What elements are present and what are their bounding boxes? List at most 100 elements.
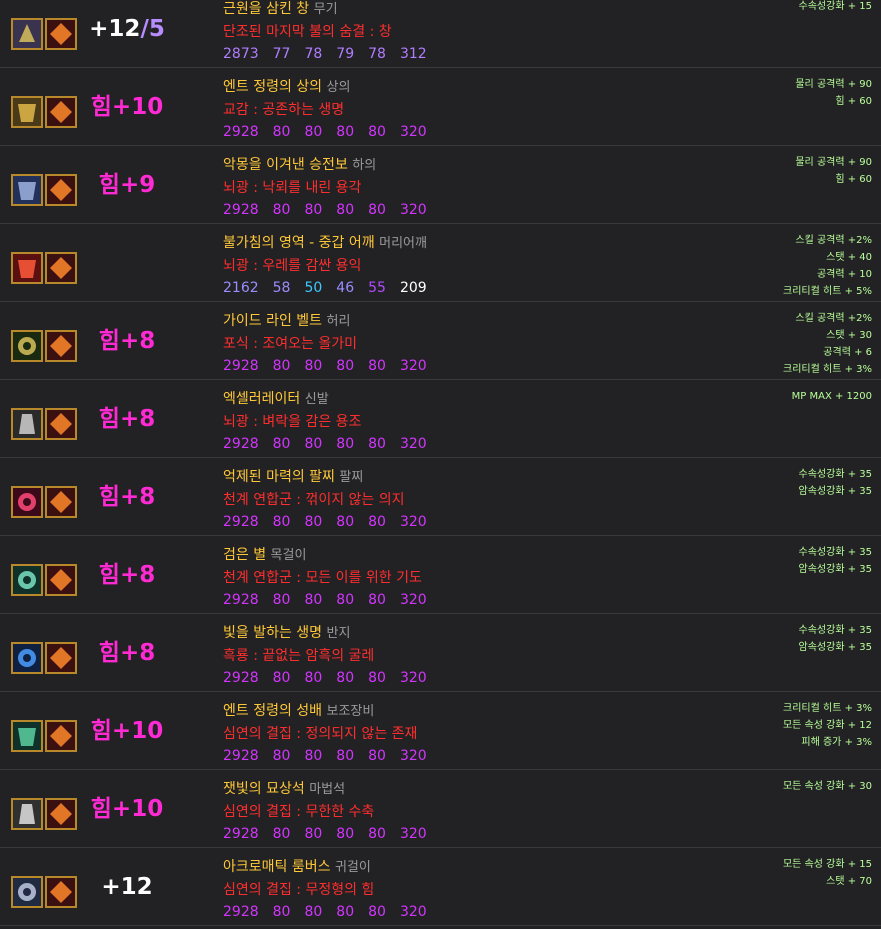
number-value: 80 — [368, 826, 386, 842]
item-slot: 상의 — [326, 80, 351, 95]
item-name[interactable]: 빛을 발하는 생명 — [223, 625, 322, 641]
equipment-row[interactable]: 힘+8 억제된 마력의 팔찌 팔찌 천계 연합군 : 꺾이지 않는 의지 2928 80… — [0, 458, 881, 536]
enhance-value: 힘+8 — [98, 328, 156, 354]
number-value: 79 — [336, 46, 355, 62]
item-name[interactable]: 불가침의 영역 - 중갑 어깨 — [223, 235, 375, 251]
number-value: 320 — [399, 124, 427, 140]
item-icons — [11, 18, 77, 50]
ring-icon[interactable] — [11, 642, 43, 674]
stat-line: 물리 공격력 + 90 — [795, 79, 872, 90]
chalice-icon[interactable] — [11, 720, 43, 752]
item-name[interactable]: 악몽을 이겨낸 승전보 — [223, 157, 348, 173]
boots-icon[interactable] — [11, 408, 43, 440]
set-option: 뇌광 : 우레를 감싼 용익 — [223, 258, 362, 274]
stat-line: 힘 + 60 — [835, 174, 872, 185]
item-name[interactable]: 검은 별 — [223, 547, 266, 563]
emblem-icon[interactable] — [45, 96, 77, 128]
equipment-row[interactable]: 힘+8 검은 별 목걸이 천계 연합군 : 모든 이를 위한 기도 2928 80 80 8… — [0, 536, 881, 614]
number-value: 312 — [399, 46, 427, 62]
item-icons — [11, 642, 77, 674]
equipment-row[interactable]: 힘+10 잿빛의 묘상석 마법석 심연의 결집 : 무한한 수축 2928 80 80 80… — [0, 770, 881, 848]
item-stats: 수속성강화 + 35 암속성강화 + 35 — [799, 622, 872, 656]
item-title-line: 엔트 정령의 성배 보조장비 — [223, 700, 743, 723]
stat-line: 물리 공격력 + 90 — [795, 157, 872, 168]
equipment-row[interactable]: +12 아크로매틱 룸버스 귀걸이 심연의 결집 : 무정형의 힘 2928 80 80 8… — [0, 848, 881, 926]
number-value: 80 — [368, 670, 386, 686]
number-value: 58 — [272, 280, 291, 296]
item-numbers: 2928 80 80 80 80 320 — [223, 667, 743, 689]
item-info: 가이드 라인 벨트 허리 포식 : 조여오는 올가미 2928 80 80 80 80 320 — [223, 310, 743, 377]
item-title-line: 근원을 삼킨 창 무기 — [223, 0, 743, 21]
set-option: 뇌광 : 벼락을 감은 용조 — [223, 414, 362, 430]
item-name[interactable]: 엔트 정령의 성배 — [223, 703, 322, 719]
item-slot: 신발 — [304, 392, 329, 407]
set-option: 뇌광 : 낙뢰를 내린 용각 — [223, 180, 362, 196]
emblem-icon[interactable] — [45, 564, 77, 596]
earring-icon[interactable] — [11, 876, 43, 908]
item-name[interactable]: 엑셀러레이터 — [223, 391, 300, 407]
number-value: 209 — [399, 280, 427, 296]
stat-line: 암속성강화 + 35 — [798, 486, 872, 497]
enhance-level: 힘+9 — [82, 170, 172, 200]
shoulder-armor-icon[interactable] — [11, 252, 43, 284]
item-name[interactable]: 가이드 라인 벨트 — [223, 313, 322, 329]
bracelet-icon[interactable] — [11, 486, 43, 518]
emblem-icon[interactable] — [45, 720, 77, 752]
number-value: 80 — [368, 748, 386, 764]
number-value: 80 — [304, 202, 323, 218]
item-title-line: 억제된 마력의 팔찌 팔찌 — [223, 466, 743, 489]
item-name[interactable]: 잿빛의 묘상석 — [223, 781, 305, 797]
item-info: 검은 별 목걸이 천계 연합군 : 모든 이를 위한 기도 2928 80 80 80 80… — [223, 544, 743, 611]
belt-icon[interactable] — [11, 330, 43, 362]
equipment-row[interactable]: 불가침의 영역 - 중갑 어깨 머리어깨 뇌광 : 우레를 감싼 용익 2162 58… — [0, 224, 881, 302]
necklace-icon[interactable] — [11, 564, 43, 596]
item-info: 빛을 발하는 생명 반지 흑룡 : 끝없는 암흑의 굴레 2928 80 80 80 80 3… — [223, 622, 743, 689]
number-value: 80 — [304, 124, 323, 140]
armor-top-icon[interactable] — [11, 96, 43, 128]
equipment-row[interactable]: 힘+8 엑셀러레이터 신발 뇌광 : 벼락을 감은 용조 2928 80 80 80 80 32… — [0, 380, 881, 458]
set-option: 포식 : 조여오는 올가미 — [223, 336, 357, 352]
enhance-value: 힘+8 — [98, 484, 156, 510]
emblem-icon[interactable] — [45, 408, 77, 440]
item-title-line: 엑셀러레이터 신발 — [223, 388, 743, 411]
emblem-icon[interactable] — [45, 174, 77, 206]
emblem-icon[interactable] — [45, 486, 77, 518]
equipment-row[interactable]: 힘+9 악몽을 이겨낸 승전보 하의 뇌광 : 낙뢰를 내린 용각 2928 80 80 8… — [0, 146, 881, 224]
equipment-row[interactable]: +12/5 근원을 삼킨 창 무기 단조된 마지막 불의 숨결 : 창 2873 77 7… — [0, 0, 881, 68]
number-value: 320 — [399, 436, 427, 452]
emblem-icon[interactable] — [45, 876, 77, 908]
stat-line: 모든 속성 강화 + 12 — [782, 720, 872, 731]
number-value: 80 — [272, 748, 291, 764]
set-option: 심연의 결집 : 무정형의 힘 — [223, 882, 375, 898]
equipment-row[interactable]: 힘+8 가이드 라인 벨트 허리 포식 : 조여오는 올가미 2928 80 80 80 80… — [0, 302, 881, 380]
item-name[interactable]: 엔트 정령의 상의 — [223, 79, 322, 95]
emblem-icon[interactable] — [45, 252, 77, 284]
emblem-icon[interactable] — [45, 642, 77, 674]
number-value: 80 — [336, 124, 355, 140]
number-value: 2928 — [223, 670, 259, 686]
item-title-line: 검은 별 목걸이 — [223, 544, 743, 567]
weapon-spear-icon[interactable] — [11, 18, 43, 50]
number-value: 80 — [336, 592, 355, 608]
emblem-icon[interactable] — [45, 330, 77, 362]
equipment-row[interactable]: 힘+8 빛을 발하는 생명 반지 흑룡 : 끝없는 암흑의 굴레 2928 80 80 80… — [0, 614, 881, 692]
armor-pants-icon[interactable] — [11, 174, 43, 206]
set-option: 천계 연합군 : 꺾이지 않는 의지 — [223, 492, 405, 508]
item-info: 엔트 정령의 상의 상의 교감 : 공존하는 생명 2928 80 80 80 80 320 — [223, 76, 743, 143]
number-value: 80 — [272, 436, 291, 452]
equipment-row[interactable]: 힘+10 엔트 정령의 상의 상의 교감 : 공존하는 생명 2928 80 80 80 80… — [0, 68, 881, 146]
number-value: 2928 — [223, 202, 259, 218]
emblem-icon[interactable] — [45, 798, 77, 830]
item-name[interactable]: 근원을 삼킨 창 — [223, 1, 309, 17]
item-stats: 물리 공격력 + 90 힘 + 60 — [795, 76, 872, 110]
item-icons — [11, 876, 77, 908]
magic-stone-icon[interactable] — [11, 798, 43, 830]
item-name[interactable]: 아크로매틱 룸버스 — [223, 859, 331, 875]
item-icons — [11, 798, 77, 830]
item-name[interactable]: 억제된 마력의 팔찌 — [223, 469, 335, 485]
number-value: 55 — [368, 280, 386, 296]
stat-line: 스탯 + 30 — [826, 330, 872, 341]
emblem-icon[interactable] — [45, 18, 77, 50]
enhance-level: 힘+8 — [82, 326, 172, 356]
equipment-row[interactable]: 힘+10 엔트 정령의 성배 보조장비 심연의 결집 : 정의되지 않는 존재 292… — [0, 692, 881, 770]
